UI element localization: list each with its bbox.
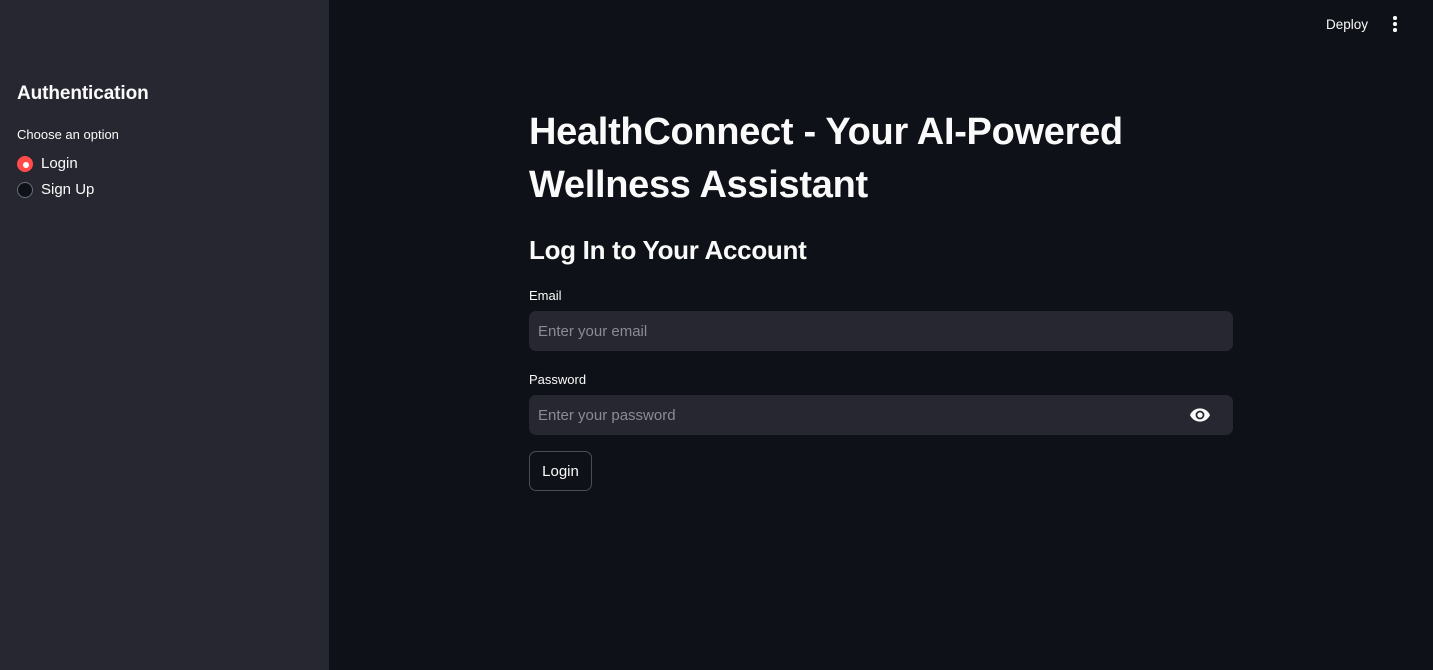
auth-option-radio-group: Login Sign Up	[17, 153, 94, 205]
email-label: Email	[529, 288, 562, 303]
login-subheader: Log In to Your Account	[529, 235, 807, 265]
sidebar: Authentication Choose an option Login Si…	[0, 0, 329, 670]
app-root: Authentication Choose an option Login Si…	[0, 0, 1433, 670]
eye-icon[interactable]	[1188, 405, 1212, 425]
radio-option-label: Sign Up	[41, 181, 95, 198]
radio-option-label: Login	[41, 155, 78, 172]
radio-group-label: Choose an option	[17, 127, 119, 142]
radio-option-login[interactable]: Login	[17, 153, 94, 174]
radio-button-checked[interactable]	[17, 155, 33, 172]
menu-dot	[1393, 22, 1397, 26]
login-button[interactable]: Login	[529, 451, 592, 491]
sidebar-title: Authentication	[17, 83, 149, 104]
email-input[interactable]	[529, 311, 1233, 351]
menu-dot	[1393, 28, 1397, 32]
eye-icon-graphic	[1190, 408, 1210, 422]
password-label: Password	[529, 372, 587, 387]
menu-dot	[1393, 16, 1397, 20]
deploy-button[interactable]: Deploy	[1318, 14, 1376, 35]
password-input[interactable]	[529, 395, 1233, 435]
radio-option-sign-up[interactable]: Sign Up	[17, 179, 94, 200]
more-vertical-icon[interactable]	[1384, 12, 1406, 36]
page-title: HealthConnect - Your AI-Powered Wellness…	[529, 111, 1123, 206]
radio-button-unchecked[interactable]	[17, 181, 33, 198]
